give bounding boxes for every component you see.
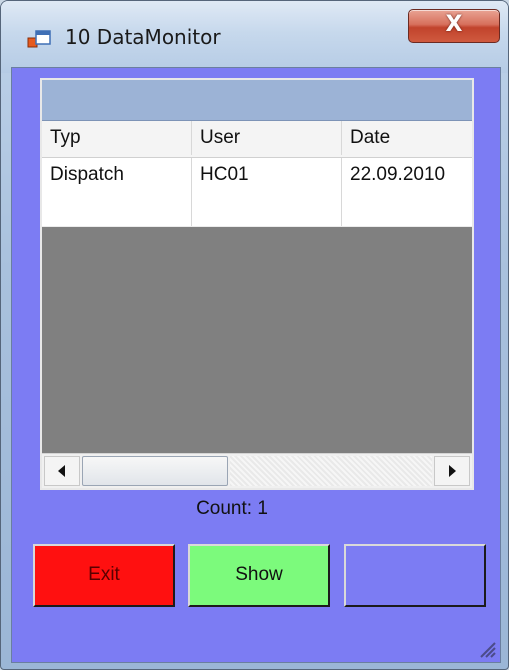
column-header-user[interactable]: User xyxy=(192,121,342,155)
form-window-icon xyxy=(27,30,51,48)
column-header-typ[interactable]: Typ xyxy=(42,121,192,155)
cell-typ[interactable]: Dispatch xyxy=(42,158,192,192)
data-monitor-window: 10 DataMonitor X Typ User Date Dispatch … xyxy=(0,0,509,670)
form-client-area: Typ User Date Dispatch HC01 22.09.2010 C… xyxy=(11,67,501,663)
scroll-left-button[interactable] xyxy=(44,456,80,486)
grid-header-row: Typ User Date xyxy=(42,121,472,158)
grid-caption-bar xyxy=(42,80,472,121)
horizontal-scrollbar[interactable] xyxy=(42,453,472,488)
close-icon: X xyxy=(445,12,463,37)
exit-button[interactable]: Exit xyxy=(33,544,175,607)
empty-cell[interactable] xyxy=(42,192,192,226)
scroll-right-arrow-icon xyxy=(449,465,456,477)
show-button[interactable]: Show xyxy=(188,544,330,607)
scroll-thumb[interactable] xyxy=(82,456,228,486)
window-title: 10 DataMonitor xyxy=(65,25,221,49)
new-row-placeholder[interactable] xyxy=(42,192,472,227)
cell-date[interactable]: 22.09.2010 xyxy=(342,158,472,192)
size-grip-icon[interactable] xyxy=(477,639,497,659)
scroll-track[interactable] xyxy=(230,456,432,486)
column-header-date[interactable]: Date xyxy=(342,121,472,155)
unlabeled-button[interactable] xyxy=(344,544,486,607)
cell-user[interactable]: HC01 xyxy=(192,158,342,192)
scroll-left-arrow-icon xyxy=(58,465,65,477)
scroll-right-button[interactable] xyxy=(434,456,470,486)
data-grid[interactable]: Typ User Date Dispatch HC01 22.09.2010 xyxy=(40,78,474,490)
empty-cell[interactable] xyxy=(342,192,472,226)
count-label: Count: 1 xyxy=(196,498,268,519)
title-bar[interactable]: 10 DataMonitor X xyxy=(1,1,508,73)
empty-cell[interactable] xyxy=(192,192,342,226)
close-button[interactable]: X xyxy=(408,9,500,43)
table-row[interactable]: Dispatch HC01 22.09.2010 xyxy=(42,158,472,193)
